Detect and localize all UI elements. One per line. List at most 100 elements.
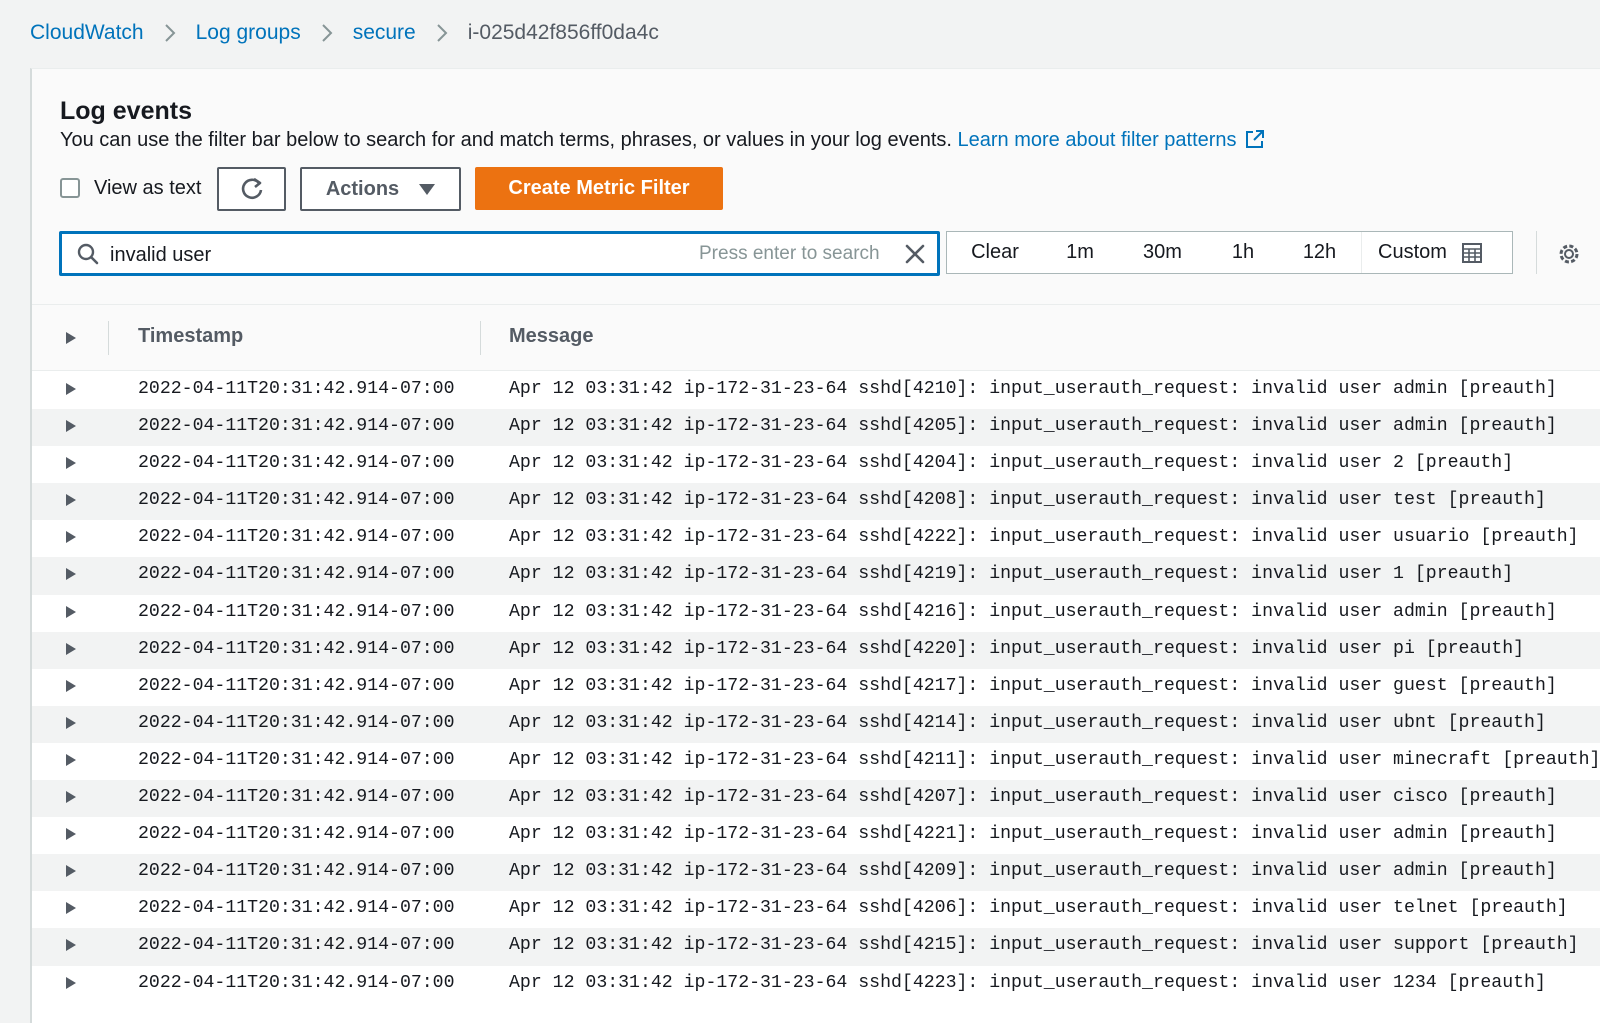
actions-dropdown-button[interactable]: Actions: [300, 167, 461, 211]
expand-row-icon[interactable]: [65, 567, 77, 581]
log-events-table: 2022-04-11T20:31:42.914-07:00 Apr 12 03:3…: [32, 372, 1600, 1003]
table-header: Timestamp Message: [32, 305, 1600, 371]
table-row[interactable]: 2022-04-11T20:31:42.914-07:00 Apr 12 03:3…: [32, 446, 1600, 483]
column-divider: [480, 321, 481, 355]
expand-row-icon[interactable]: [65, 679, 77, 693]
time-range-1h[interactable]: 1h: [1208, 232, 1278, 273]
time-range-30m[interactable]: 30m: [1117, 232, 1208, 273]
table-row[interactable]: 2022-04-11T20:31:42.914-07:00 Apr 12 03:3…: [32, 372, 1600, 409]
expand-row-icon[interactable]: [65, 827, 77, 841]
timestamp-cell: 2022-04-11T20:31:42.914-07:00: [138, 638, 455, 659]
time-range-1m[interactable]: 1m: [1043, 232, 1117, 273]
toolbar: View as text Actions Create Metric Filte…: [60, 167, 760, 211]
timestamp-cell: 2022-04-11T20:31:42.914-07:00: [138, 861, 455, 882]
timestamp-cell: 2022-04-11T20:31:42.914-07:00: [138, 379, 455, 399]
timestamp-cell: 2022-04-11T20:31:42.914-07:00: [138, 712, 455, 733]
panel-header: Log events You can use the filter bar be…: [32, 69, 1600, 305]
description-text: You can use the filter bar below to sear…: [60, 129, 952, 151]
timestamp-cell: 2022-04-11T20:31:42.914-07:00: [138, 490, 455, 511]
timestamp-cell: 2022-04-11T20:31:42.914-07:00: [138, 787, 455, 808]
table-row[interactable]: 2022-04-11T20:31:42.914-07:00 Apr 12 03:3…: [32, 705, 1600, 743]
message-cell: Apr 12 03:31:42 ip-172-31-23-64 sshd[421…: [509, 749, 1600, 770]
message-cell: Apr 12 03:31:42 ip-172-31-23-64 sshd[421…: [509, 935, 1579, 956]
timestamp-cell: 2022-04-11T20:31:42.914-07:00: [138, 824, 455, 845]
table-row[interactable]: 2022-04-11T20:31:42.914-07:00 Apr 12 03:3…: [32, 669, 1600, 706]
breadcrumb-cloudwatch-link[interactable]: CloudWatch: [30, 21, 144, 45]
column-header-message[interactable]: Message: [509, 325, 594, 348]
expand-row-icon[interactable]: [65, 716, 77, 730]
breadcrumb: CloudWatch Log groups secure i-025d42f85…: [30, 16, 659, 50]
table-row[interactable]: 2022-04-11T20:31:42.914-07:00 Apr 12 03:3…: [32, 557, 1600, 595]
chevron-right-icon: [416, 22, 468, 44]
table-row[interactable]: 2022-04-11T20:31:42.914-07:00 Apr 12 03:3…: [32, 891, 1600, 928]
timestamp-cell: 2022-04-11T20:31:42.914-07:00: [138, 675, 455, 696]
table-row[interactable]: 2022-04-11T20:31:42.914-07:00 Apr 12 03:3…: [32, 817, 1600, 854]
expand-row-icon[interactable]: [65, 530, 77, 544]
message-cell: Apr 12 03:31:42 ip-172-31-23-64 sshd[422…: [509, 824, 1557, 845]
expand-row-icon[interactable]: [65, 456, 77, 470]
expand-row-icon[interactable]: [65, 419, 77, 433]
calendar-icon: [1461, 242, 1482, 263]
expand-row-icon[interactable]: [65, 642, 77, 656]
learn-more-label[interactable]: Learn more about filter patterns: [958, 129, 1237, 151]
view-as-text-checkbox[interactable]: [60, 178, 80, 198]
expand-all-icon[interactable]: [65, 331, 77, 345]
time-range-12h[interactable]: 12h: [1278, 232, 1361, 273]
timestamp-cell: 2022-04-11T20:31:42.914-07:00: [138, 416, 455, 437]
timestamp-cell: 2022-04-11T20:31:42.914-07:00: [138, 935, 455, 956]
chevron-right-icon: [301, 22, 353, 44]
breadcrumb-current: i-025d42f856ff0da4c: [467, 21, 659, 44]
panel-description: You can use the filter bar below to sear…: [60, 129, 1265, 152]
page-title: Log events: [60, 97, 192, 125]
timestamp-cell: 2022-04-11T20:31:42.914-07:00: [138, 898, 455, 919]
toolbar-divider: [1536, 231, 1537, 274]
expand-row-icon[interactable]: [65, 938, 77, 952]
message-cell: Apr 12 03:31:42 ip-172-31-23-64 sshd[422…: [509, 527, 1579, 548]
expand-row-icon[interactable]: [65, 790, 77, 804]
message-cell: Apr 12 03:31:42 ip-172-31-23-64 sshd[421…: [509, 712, 1546, 733]
gear-icon[interactable]: [1556, 241, 1582, 267]
expand-row-icon[interactable]: [65, 976, 77, 990]
filter-search-box[interactable]: Press enter to search: [59, 231, 940, 276]
table-row[interactable]: 2022-04-11T20:31:42.914-07:00 Apr 12 03:3…: [32, 743, 1600, 780]
log-events-panel: Log events You can use the filter bar be…: [30, 68, 1600, 1023]
learn-more-link[interactable]: Learn more about filter patterns: [958, 129, 1265, 151]
create-metric-filter-button[interactable]: Create Metric Filter: [475, 167, 723, 210]
close-icon[interactable]: [903, 242, 927, 266]
expand-row-icon[interactable]: [65, 864, 77, 878]
message-cell: Apr 12 03:31:42 ip-172-31-23-64 sshd[421…: [509, 564, 1514, 585]
timestamp-cell: 2022-04-11T20:31:42.914-07:00: [138, 527, 455, 548]
message-cell: Apr 12 03:31:42 ip-172-31-23-64 sshd[420…: [509, 416, 1557, 437]
column-header-timestamp[interactable]: Timestamp: [138, 325, 243, 348]
caret-down-icon: [419, 183, 436, 195]
timestamp-cell: 2022-04-11T20:31:42.914-07:00: [138, 972, 455, 993]
table-row[interactable]: 2022-04-11T20:31:42.914-07:00 Apr 12 03:3…: [32, 409, 1600, 447]
table-row[interactable]: 2022-04-11T20:31:42.914-07:00 Apr 12 03:3…: [32, 595, 1600, 632]
view-as-text-label[interactable]: View as text: [94, 177, 201, 200]
breadcrumb-secure-link[interactable]: secure: [353, 21, 416, 45]
expand-row-icon[interactable]: [65, 382, 77, 396]
table-row[interactable]: 2022-04-11T20:31:42.914-07:00 Apr 12 03:3…: [32, 483, 1600, 521]
time-range-selector: Clear 1m 30m 1h 12h Custom: [946, 231, 1513, 274]
actions-label: Actions: [325, 177, 400, 200]
search-input[interactable]: [110, 243, 690, 267]
time-range-clear[interactable]: Clear: [947, 232, 1043, 273]
expand-row-icon[interactable]: [65, 493, 77, 507]
breadcrumb-log-groups-link[interactable]: Log groups: [196, 21, 301, 45]
message-cell: Apr 12 03:31:42 ip-172-31-23-64 sshd[420…: [509, 453, 1514, 474]
table-row[interactable]: 2022-04-11T20:31:42.914-07:00 Apr 12 03:3…: [32, 928, 1600, 966]
refresh-button[interactable]: [217, 167, 286, 211]
message-cell: Apr 12 03:31:42 ip-172-31-23-64 sshd[420…: [509, 787, 1557, 808]
table-row[interactable]: 2022-04-11T20:31:42.914-07:00 Apr 12 03:3…: [32, 631, 1600, 669]
message-cell: Apr 12 03:31:42 ip-172-31-23-64 sshd[420…: [509, 861, 1557, 882]
time-range-custom[interactable]: Custom: [1361, 232, 1512, 273]
table-row[interactable]: 2022-04-11T20:31:42.914-07:00 Apr 12 03:3…: [32, 966, 1600, 1003]
table-row[interactable]: 2022-04-11T20:31:42.914-07:00 Apr 12 03:3…: [32, 520, 1600, 557]
message-cell: Apr 12 03:31:42 ip-172-31-23-64 sshd[421…: [509, 601, 1557, 622]
table-row[interactable]: 2022-04-11T20:31:42.914-07:00 Apr 12 03:3…: [32, 780, 1600, 818]
expand-row-icon[interactable]: [65, 901, 77, 915]
expand-row-icon[interactable]: [65, 605, 77, 619]
expand-row-icon[interactable]: [65, 753, 77, 767]
table-row[interactable]: 2022-04-11T20:31:42.914-07:00 Apr 12 03:3…: [32, 854, 1600, 892]
message-cell: Apr 12 03:31:42 ip-172-31-23-64 sshd[420…: [509, 490, 1546, 511]
